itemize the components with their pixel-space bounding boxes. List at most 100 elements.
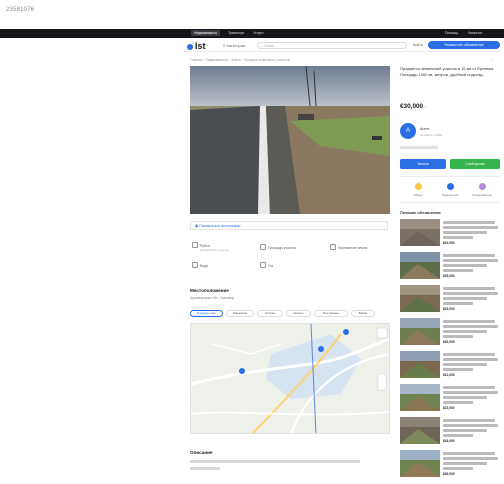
exchange-icon	[414, 183, 422, 190]
attr-purpose: Назначение земли	[330, 244, 367, 250]
chip-restaurants[interactable]: Рестораны	[314, 310, 348, 317]
call-button[interactable]: Звонок	[400, 159, 446, 169]
description-line	[190, 460, 360, 463]
favorite-icon[interactable]: ♡	[490, 58, 494, 63]
message-button[interactable]: Сообщение	[450, 159, 500, 169]
similar-title-line	[443, 254, 495, 257]
similar-title-line	[443, 452, 495, 455]
similar-title-line	[443, 434, 473, 437]
similar-thumbnail[interactable]	[400, 351, 440, 378]
attr-water: Вода	[192, 262, 208, 268]
similar-title-line	[443, 391, 498, 394]
site-logo[interactable]: Ist	[187, 41, 206, 51]
similar-thumbnail[interactable]	[400, 318, 440, 345]
categories-button[interactable]: ≡ Категории	[223, 43, 245, 48]
similar-title-line	[443, 419, 495, 422]
location-icon	[192, 242, 198, 248]
chip-all[interactable]: Показать все	[190, 310, 223, 317]
seller-name[interactable]: Агент	[420, 127, 429, 131]
logo-text: Ist	[195, 41, 206, 51]
similar-title-line	[443, 221, 495, 224]
similar-title-line	[443, 236, 473, 239]
similar-title-line	[443, 302, 473, 305]
all-photos-link[interactable]: ▣ Показать все фотографии	[190, 221, 388, 230]
share-icon	[446, 183, 454, 190]
quick-actions: Обмен Поделиться Пожаловаться	[400, 176, 500, 203]
listing-photo[interactable]	[190, 66, 390, 214]
main-nav: Ist ≡ Категории ⌕ Поиск Войти Разместить …	[183, 40, 501, 52]
similar-price: $30,000	[443, 472, 455, 476]
similar-listing[interactable]: $20,000	[400, 318, 500, 348]
similar-thumbnail[interactable]	[400, 384, 440, 411]
similar-title-line	[443, 320, 495, 323]
description-title: Описание	[190, 450, 213, 455]
screenshot-caption: 23581076	[6, 7, 35, 13]
similar-title-line	[443, 226, 498, 229]
similar-title-line	[443, 368, 473, 371]
gas-icon	[260, 262, 266, 268]
post-ad-button[interactable]: Разместить объявление	[428, 41, 500, 49]
similar-title-line	[443, 259, 498, 262]
similar-title-line	[443, 429, 487, 432]
top-tab-transport[interactable]: Транспорт	[228, 31, 244, 35]
similar-thumbnail[interactable]	[400, 252, 440, 279]
chip-pharmacies[interactable]: Аптеки	[257, 310, 283, 317]
chip-banks[interactable]: Банки	[351, 310, 375, 317]
similar-title: Похожие объявления	[400, 211, 441, 215]
top-bar	[0, 29, 504, 38]
top-tab-realestate[interactable]: Недвижимость	[191, 30, 221, 36]
similar-listing[interactable]: $10,000	[400, 219, 500, 249]
search-input[interactable]: ⌕ Поиск	[257, 42, 407, 49]
similar-listing[interactable]: $18,000	[400, 417, 500, 447]
search-icon: ⌕	[260, 44, 262, 48]
similar-title-line	[443, 401, 473, 404]
similar-title-line	[443, 396, 487, 399]
similar-title-line	[443, 264, 487, 267]
description-line	[190, 467, 220, 470]
listing-price: €30,000 ›	[400, 103, 426, 110]
similar-price: $10,000	[443, 241, 455, 245]
report-action[interactable]: Пожаловаться	[466, 183, 498, 197]
location-title: Местоположение	[190, 288, 229, 293]
similar-title-line	[443, 269, 473, 272]
similar-title-line	[443, 231, 487, 234]
attr-gas: Газ	[260, 262, 273, 268]
similar-title-line	[443, 467, 473, 470]
report-icon	[478, 183, 486, 190]
attr-district: Район Ближайший к центру	[192, 242, 229, 252]
search-placeholder: Поиск	[264, 44, 274, 48]
similar-price: $15,000	[443, 307, 455, 311]
avatar[interactable]: A	[400, 123, 416, 139]
location-map[interactable]	[190, 323, 390, 434]
currency-toggle-icon[interactable]: ›	[425, 104, 426, 109]
logo-icon	[187, 44, 193, 50]
location-address: Армавирская обл., Армавир	[190, 296, 235, 300]
similar-title-line	[443, 297, 487, 300]
chip-schools[interactable]: Школы	[286, 310, 311, 317]
similar-thumbnail[interactable]	[400, 219, 440, 246]
breadcrumb[interactable]: Главная › Недвижимость › Земля › Продажа…	[190, 58, 290, 62]
chip-shops[interactable]: Магазины	[226, 310, 254, 317]
area-icon	[260, 244, 266, 250]
similar-listing[interactable]: $22,000	[400, 384, 500, 414]
similar-title-line	[443, 335, 473, 338]
similar-listing[interactable]: $15,000	[400, 285, 500, 315]
seller-meta	[400, 146, 438, 149]
top-link-catalog[interactable]: Каталоги	[468, 31, 482, 35]
similar-thumbnail[interactable]	[400, 285, 440, 312]
share-action[interactable]: Поделиться	[434, 183, 466, 197]
similar-listing[interactable]: $30,000	[400, 450, 500, 480]
similar-price: $22,000	[443, 406, 455, 410]
similar-title-line	[443, 424, 498, 427]
similar-title-line	[443, 462, 487, 465]
top-link-help[interactable]: Помощь	[445, 31, 458, 35]
similar-listing[interactable]: $12,000	[400, 351, 500, 381]
similar-thumbnail[interactable]	[400, 417, 440, 444]
login-link[interactable]: Войти	[413, 43, 423, 47]
similar-price: $20,000	[443, 340, 455, 344]
top-tab-services[interactable]: Услуги	[253, 31, 263, 35]
similar-thumbnail[interactable]	[400, 450, 440, 477]
exchange-action[interactable]: Обмен	[402, 183, 434, 197]
listing-title: Продается земельный участок в 15 км от Е…	[400, 66, 495, 77]
similar-listing[interactable]: $25,000	[400, 252, 500, 282]
